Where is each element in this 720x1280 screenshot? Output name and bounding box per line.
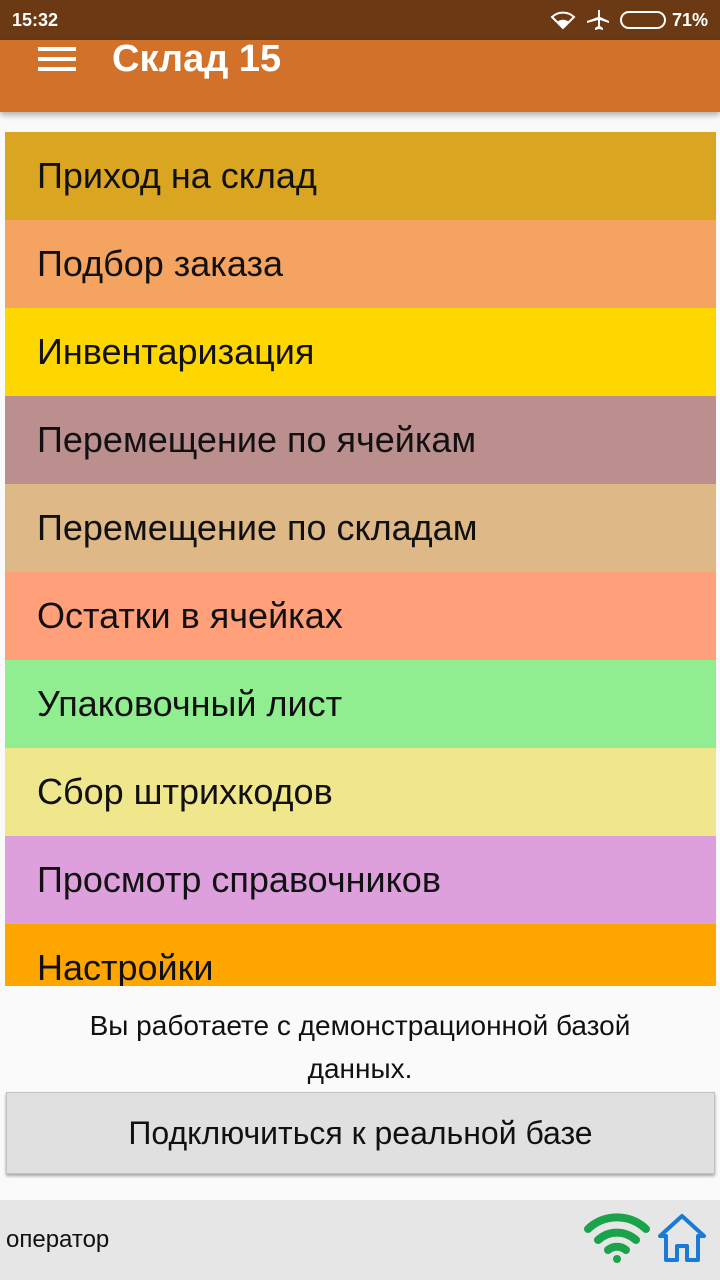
- demo-database-notice: Вы работаете с демонстрационной базой да…: [0, 986, 720, 1090]
- menu-item-settings[interactable]: Настройки: [5, 924, 716, 986]
- menu-item-reference-books[interactable]: Просмотр справочников: [5, 836, 716, 924]
- menu-item-inventory[interactable]: Инвентаризация: [5, 308, 716, 396]
- status-icons: 71%: [550, 9, 708, 31]
- hamburger-menu-icon[interactable]: [0, 39, 112, 79]
- wifi-signal-icon: [584, 1212, 650, 1268]
- main-menu: Приход на склад Подбор заказа Инвентариз…: [5, 132, 716, 986]
- app-bar: Склад 15: [0, 37, 720, 112]
- menu-item-label: Упаковочный лист: [37, 683, 343, 724]
- menu-item-packing-list[interactable]: Упаковочный лист: [5, 660, 716, 748]
- operator-label: оператор: [6, 1226, 110, 1253]
- menu-item-label: Просмотр справочников: [37, 859, 441, 900]
- airplane-icon: [586, 9, 610, 31]
- footer-icons: [584, 1212, 708, 1269]
- status-time: 15:32: [12, 9, 59, 30]
- battery-icon: 71%: [619, 9, 708, 31]
- notice-line-2: данных.: [307, 1053, 413, 1084]
- menu-item-label: Перемещение по складам: [37, 507, 478, 548]
- menu-item-label: Перемещение по ячейкам: [37, 419, 477, 460]
- menu-item-move-cells[interactable]: Перемещение по ячейкам: [5, 396, 716, 484]
- menu-item-order-picking[interactable]: Подбор заказа: [5, 220, 716, 308]
- home-icon[interactable]: [656, 1212, 708, 1269]
- menu-item-label: Подбор заказа: [37, 243, 283, 284]
- menu-item-receiving[interactable]: Приход на склад: [5, 132, 716, 220]
- menu-item-label: Инвентаризация: [37, 331, 315, 372]
- menu-item-barcode-collection[interactable]: Сбор штрихкодов: [5, 748, 716, 836]
- menu-item-cell-stock[interactable]: Остатки в ячейках: [5, 572, 716, 660]
- menu-item-label: Приход на склад: [37, 155, 317, 196]
- menu-item-move-warehouses[interactable]: Перемещение по складам: [5, 484, 716, 572]
- menu-item-label: Настройки: [37, 947, 214, 986]
- battery-percent: 71%: [671, 9, 708, 30]
- menu-item-label: Остатки в ячейках: [37, 595, 343, 636]
- menu-item-label: Сбор штрихкодов: [37, 771, 333, 812]
- notice-line-1: Вы работаете с демонстрационной базой: [89, 1010, 631, 1041]
- wifi-icon: [550, 10, 576, 30]
- status-bar: 15:32 71%: [0, 0, 720, 40]
- footer-bar: оператор: [0, 1200, 720, 1280]
- connect-real-database-button[interactable]: Подключиться к реальной базе: [6, 1092, 715, 1174]
- page-title: Склад 15: [112, 37, 282, 80]
